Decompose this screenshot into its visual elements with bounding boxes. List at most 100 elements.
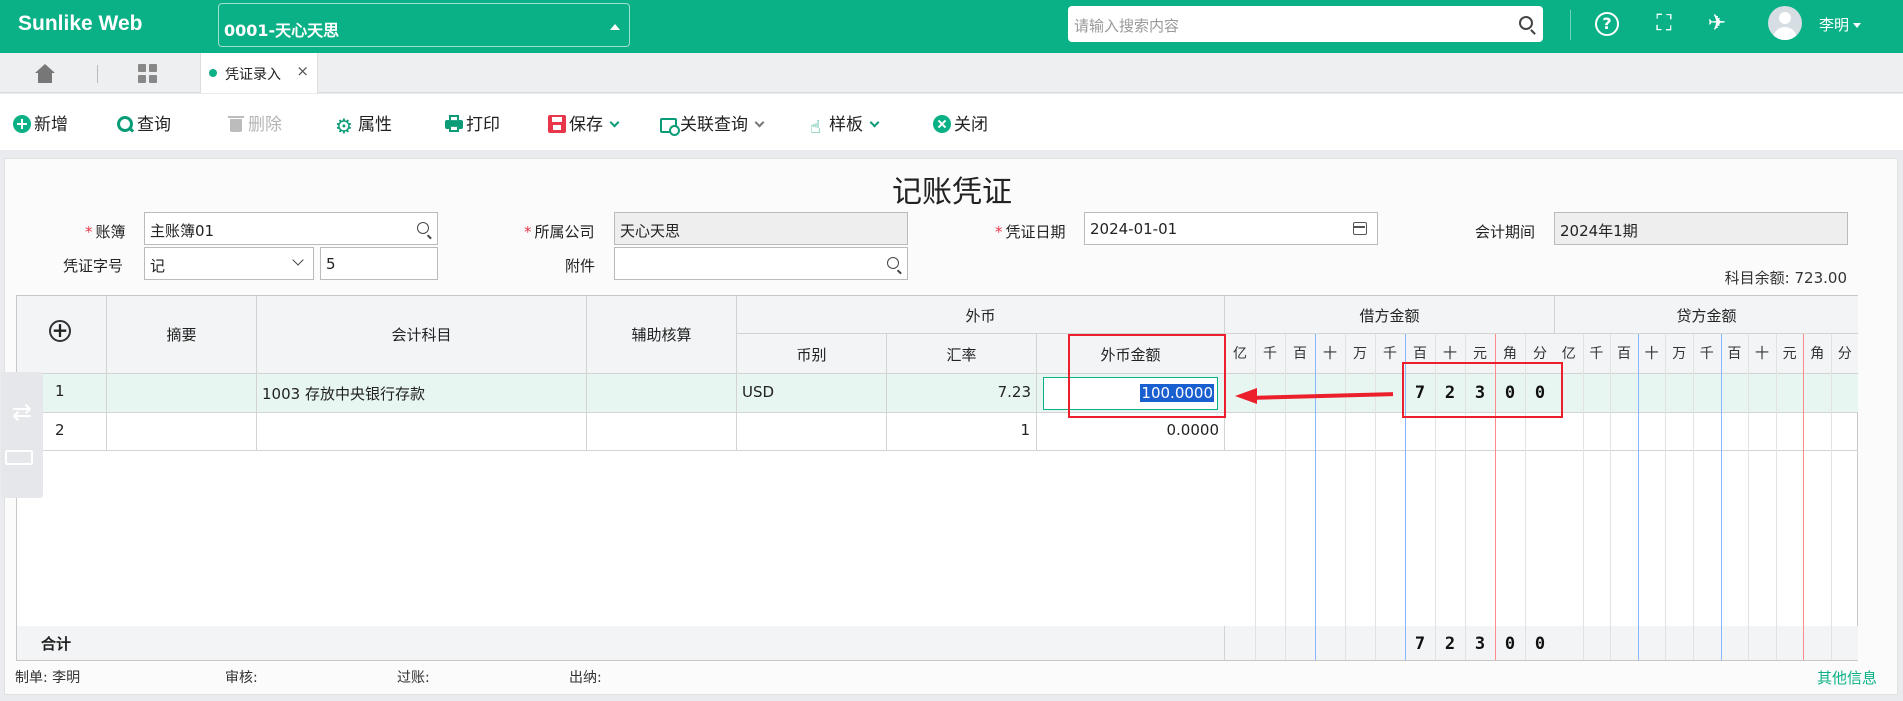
ledger-field[interactable]: 主账簿01 <box>144 212 438 245</box>
debit-amount-highlight-box <box>1402 362 1563 418</box>
voucher-word-value: 记 <box>150 257 166 275</box>
account-cell[interactable]: 1003 存放中央银行存款 <box>257 374 587 413</box>
balance-label: 科目余额: <box>1724 269 1790 287</box>
post-label: 过账: <box>397 670 430 686</box>
save-button[interactable]: 保存 <box>548 110 620 135</box>
voucher-word-select[interactable]: 记 <box>144 247 314 280</box>
close-tab-icon[interactable]: × <box>296 62 309 80</box>
delete-button[interactable]: 删除 <box>227 110 282 135</box>
other-info-link[interactable]: 其他信息 <box>1817 667 1877 688</box>
trash-icon <box>227 115 245 133</box>
broom-icon[interactable]: ✈ <box>1703 10 1731 38</box>
debit-digit-header: 十 <box>1323 346 1337 362</box>
rate-header: 汇率 <box>887 334 1037 374</box>
chevron-down-icon[interactable] <box>869 117 880 128</box>
caret-up-icon <box>610 24 620 30</box>
total-debit-digit: 0 <box>1504 634 1516 654</box>
digit-column-line <box>1637 334 1639 660</box>
credit-digit-header: 亿 <box>1561 346 1576 362</box>
close-button[interactable]: 关闭 <box>933 110 988 135</box>
home-icon[interactable] <box>34 64 56 84</box>
search-icon[interactable] <box>1519 16 1533 30</box>
page-title: 记账凭证 <box>892 175 1012 210</box>
search-icon[interactable] <box>417 222 429 234</box>
amount-cells-row-2[interactable] <box>1225 413 1858 451</box>
new-button[interactable]: 新增 <box>13 110 68 135</box>
rate-cell[interactable]: 1 <box>887 413 1037 451</box>
template-button[interactable]: ☝ 样板 <box>810 110 880 138</box>
properties-button[interactable]: ⚙ 属性 <box>335 110 392 138</box>
voucher-date-field[interactable]: 2024-01-01 <box>1084 212 1378 245</box>
aux-cell[interactable] <box>587 413 737 451</box>
username-label: 李明 <box>1819 16 1850 34</box>
global-search-input[interactable]: 请输入搜索内容 <box>1068 6 1543 42</box>
summary-cell[interactable] <box>107 374 257 413</box>
chevron-down-icon[interactable] <box>754 117 765 128</box>
total-debit-digit: 3 <box>1474 634 1486 654</box>
query-button[interactable]: 查询 <box>116 110 171 135</box>
summary-cell[interactable] <box>107 413 257 451</box>
digit-column-line <box>1831 334 1832 660</box>
active-dot-icon <box>209 69 217 77</box>
debit-digit-header: 十 <box>1443 346 1457 362</box>
chevron-down-icon[interactable] <box>609 117 620 128</box>
apps-grid-icon[interactable] <box>138 64 158 84</box>
print-button[interactable]: 打印 <box>445 110 500 135</box>
company-select-value: 0001-天心天思 <box>224 21 340 40</box>
credit-header: 贷方金额 <box>1555 296 1858 334</box>
attachment-label: 附件 <box>565 257 596 275</box>
digit-column-line <box>1582 334 1584 660</box>
keyboard-icon[interactable] <box>5 450 33 465</box>
digit-column-line <box>1693 334 1694 660</box>
fc-amount-cell[interactable]: 0.0000 <box>1037 413 1225 451</box>
voucher-word-label: 凭证字号 <box>63 257 124 275</box>
digit-column-line <box>1255 334 1256 660</box>
credit-digit-header: 千 <box>1589 346 1604 362</box>
calendar-icon[interactable] <box>1353 222 1367 235</box>
fullscreen-icon[interactable]: ⛶ <box>1650 10 1678 38</box>
attachment-field[interactable] <box>614 247 908 280</box>
aux-cell[interactable] <box>587 374 737 413</box>
printer-icon <box>445 115 463 133</box>
tab-voucher-entry[interactable]: 凭证录入 × <box>200 53 318 93</box>
related-query-button[interactable]: 关联查询 <box>660 110 765 136</box>
swap-arrows-icon[interactable]: ⇄ <box>7 400 37 424</box>
digit-column-line <box>1285 334 1286 660</box>
company-select[interactable]: 0001-天心天思 <box>218 3 630 47</box>
help-icon[interactable]: ? <box>1595 12 1619 36</box>
summary-header: 摘要 <box>107 296 257 374</box>
period-value: 2024年1期 <box>1560 222 1638 240</box>
digit-column-line <box>1748 334 1750 660</box>
voucher-number-value: 5 <box>326 255 336 273</box>
total-debit-digit: 2 <box>1444 634 1456 654</box>
review-label: 审核: <box>225 670 258 686</box>
cashier-label: 出纳: <box>569 670 602 686</box>
tab-bar: 凭证录入 × <box>0 53 1903 93</box>
total-debit-digit: 7 <box>1414 634 1426 654</box>
debit-digit-header: 千 <box>1263 346 1277 362</box>
voucher-panel: 记账凭证 * 账簿 主账簿01 * 所属公司 天心天思 * 凭证日期 2024-01-… <box>1 158 1898 695</box>
period-label: 会计期间 <box>1475 223 1536 241</box>
add-row-icon[interactable]: + <box>49 320 71 342</box>
user-menu[interactable]: 李明 <box>1819 14 1862 35</box>
hand-pointer-icon: ☝ <box>810 117 821 138</box>
debit-digit-header: 元 <box>1473 346 1487 362</box>
search-icon[interactable] <box>887 257 899 269</box>
chevron-down-icon <box>1853 23 1862 28</box>
template-label: 样板 <box>829 115 863 135</box>
voucher-number-field[interactable]: 5 <box>320 247 438 280</box>
account-cell[interactable] <box>257 413 587 451</box>
top-bar: Sunlike Web 0001-天心天思 请输入搜索内容 ? ⛶ ✈ 李明 <box>0 0 1903 53</box>
gear-icon: ⚙ <box>335 114 353 138</box>
aux-header: 辅助核算 <box>587 296 737 374</box>
currency-cell[interactable]: USD <box>737 374 887 413</box>
currency-cell[interactable] <box>737 413 887 451</box>
rate-cell[interactable]: 7.23 <box>887 374 1037 413</box>
query-label: 查询 <box>137 115 171 135</box>
avatar[interactable] <box>1768 6 1802 40</box>
digit-column-line <box>1775 334 1777 660</box>
side-panel-toggle[interactable]: ⇄ <box>1 372 43 498</box>
voucher-date-label: * 凭证日期 <box>995 223 1066 241</box>
credit-digit-header: 百 <box>1727 346 1742 362</box>
digit-column-line <box>1315 334 1316 660</box>
